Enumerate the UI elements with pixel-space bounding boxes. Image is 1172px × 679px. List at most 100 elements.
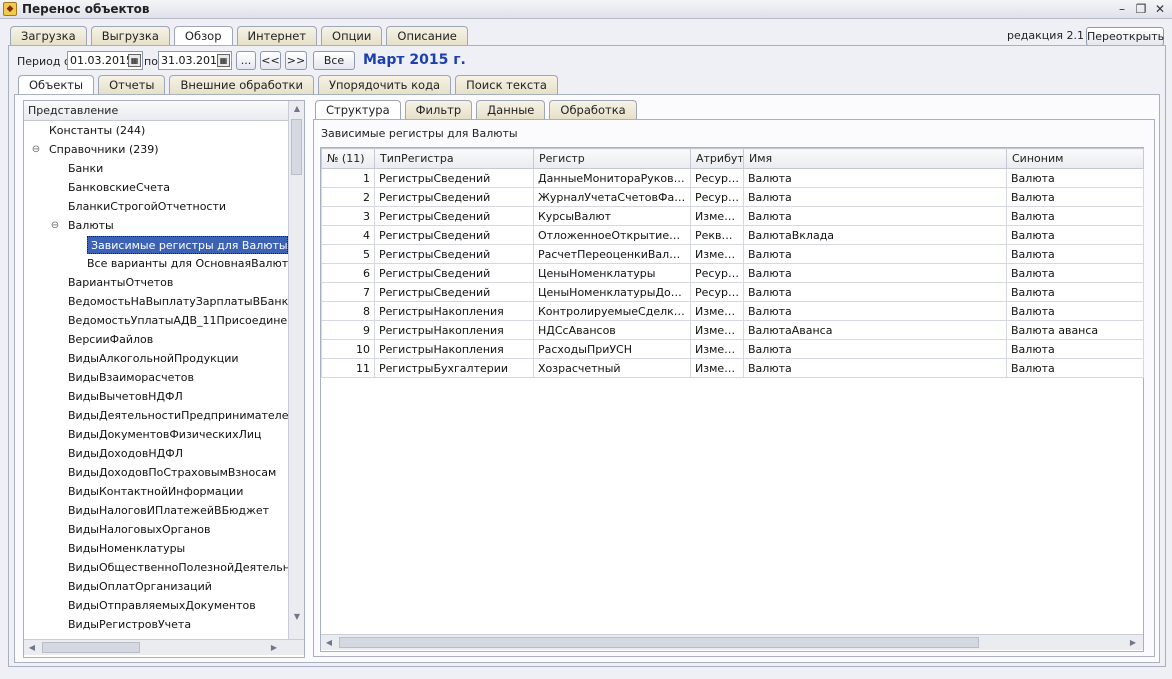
tree-item[interactable]: ВидыДокументовФизическихЛиц: [68, 426, 261, 444]
tree-item[interactable]: ВидыДоходовПоСтраховымВзносам: [68, 464, 276, 482]
table-cell: РегистрыНакопления: [374, 339, 534, 359]
period-from-field[interactable]: 01.03.2015 ▦: [67, 51, 143, 70]
table-cell: Валюта: [743, 339, 1007, 359]
column-header[interactable]: Синоним: [1006, 148, 1144, 169]
table-cell: Валюта: [1006, 225, 1144, 245]
table-row[interactable]: 4РегистрыСведенийОтложенноеОткрытиеЛице.…: [321, 225, 1144, 245]
tree-vertical-scrollbar[interactable]: ▲ ▼: [288, 101, 304, 639]
main-tab[interactable]: Интернет: [236, 26, 318, 45]
table-cell: Ресурсы: [690, 187, 744, 207]
main-tab[interactable]: Выгрузка: [90, 26, 170, 45]
collapse-icon[interactable]: ⊖: [50, 221, 60, 231]
table-cell: РасчетПереоценкиВалютн...: [533, 244, 691, 264]
table-cell: Валюта: [1006, 358, 1144, 378]
scroll-right-icon[interactable]: ▶: [266, 643, 282, 652]
table-row[interactable]: 5 РегистрыСведений РасчетПереоценкиВалютн.…: [321, 244, 1144, 264]
tree-item[interactable]: ВерсииФайлов: [68, 331, 153, 349]
table-cell: 6: [321, 263, 375, 283]
main-tab[interactable]: Опции: [321, 26, 383, 45]
main-tab[interactable]: Загрузка: [10, 26, 87, 45]
tree-item[interactable]: ВидыНоменклатуры: [68, 540, 185, 558]
tree-item[interactable]: Банки: [68, 160, 103, 178]
scroll-thumb[interactable]: [42, 642, 140, 653]
object-tab[interactable]: Отчеты: [98, 75, 166, 94]
column-header[interactable]: № (11): [321, 148, 375, 169]
scroll-left-icon[interactable]: ◀: [24, 643, 40, 652]
collapse-icon[interactable]: ⊖: [31, 145, 41, 155]
scroll-down-icon[interactable]: ▼: [289, 612, 305, 621]
table-cell: НДСсАвансов: [533, 320, 691, 340]
scroll-left-icon[interactable]: ◀: [321, 638, 337, 647]
current-period-label: Март 2015 г.: [363, 52, 466, 68]
tree-item[interactable]: Константы (244): [49, 122, 145, 140]
object-tabs: Объекты Отчеты Внешние обработки Упорядочит…: [18, 75, 562, 95]
close-icon[interactable]: ✕: [1152, 1, 1168, 17]
minimize-icon[interactable]: –: [1114, 1, 1130, 17]
main-tab[interactable]: Обзор: [173, 26, 233, 46]
column-header[interactable]: Имя: [743, 148, 1007, 169]
column-header[interactable]: Атрибут: [690, 148, 744, 169]
tree-item[interactable]: ВидыОтправляемыхДокументов: [68, 597, 256, 615]
tree-item[interactable]: ВидыДеятельностиПредпринимателей: [68, 407, 288, 425]
table-cell: Рекви...: [690, 225, 744, 245]
scroll-right-icon[interactable]: ▶: [1125, 638, 1141, 647]
table-row[interactable]: 1 РегистрыСведений ДанныеМонитораРуководи.…: [321, 168, 1144, 188]
period-next-button[interactable]: >>: [285, 51, 307, 70]
calendar-icon[interactable]: ▦: [217, 54, 230, 67]
table-cell: РегистрыСведений: [374, 168, 534, 188]
tree-item[interactable]: ВидыДоходовНДФЛ: [68, 445, 183, 463]
tree-item[interactable]: Все варианты для ОсновнаяВалюта: [87, 255, 288, 273]
period-to-field[interactable]: 31.03.2015 ▦: [158, 51, 232, 70]
main-tabs: Загрузка Выгрузка Обзор Интернет Опции Описан…: [10, 26, 472, 46]
tree-item[interactable]: ВедомостьУплатыАДВ_11Присоединенны: [68, 312, 288, 330]
table-row[interactable]: 7 РегистрыСведений ЦеныНоменклатурыДокум..…: [321, 282, 1144, 302]
scroll-up-icon[interactable]: ▲: [289, 104, 305, 113]
column-header[interactable]: ТипРегистра: [374, 148, 534, 169]
restore-icon[interactable]: ❐: [1133, 1, 1149, 17]
tree-item-selected[interactable]: Зависимые регистры для Валюты: [87, 236, 288, 254]
table-row[interactable]: 6 РегистрыСведений ЦеныНоменклатуры Ресурсы…: [321, 263, 1144, 283]
calendar-icon[interactable]: ▦: [128, 54, 141, 67]
tree-item[interactable]: ВидыНалоговИПлатежейВБюджет: [68, 502, 269, 520]
detail-tab[interactable]: Структура: [315, 100, 401, 120]
period-prev-button[interactable]: <<: [260, 51, 281, 70]
tree-item[interactable]: ВариантыОтчетов: [68, 274, 173, 292]
tree-item[interactable]: ВидыВзаиморасчетов: [68, 369, 194, 387]
detail-tab[interactable]: Фильтр: [404, 100, 473, 119]
object-tab[interactable]: Упорядочить кода: [317, 75, 452, 94]
scroll-thumb[interactable]: [339, 637, 979, 648]
period-all-button[interactable]: Все: [313, 51, 355, 70]
table-row[interactable]: 3 РегистрыСведений КурсыВалют Измер... Валют…: [321, 206, 1144, 226]
tree-item[interactable]: ВидыАлкогольнойПродукции: [68, 350, 239, 368]
period-select-button[interactable]: ...: [236, 51, 256, 70]
table-row[interactable]: 9 РегистрыНакопления НДСсАвансов Измер... Ва…: [321, 320, 1144, 340]
detail-tab[interactable]: Обработка: [549, 100, 637, 119]
table-row[interactable]: 11 РегистрыБухгалтерии Хозрасчетный Измер..…: [321, 358, 1144, 378]
main-tab[interactable]: Описание: [386, 26, 468, 45]
tree-item[interactable]: ВидыВычетовНДФЛ: [68, 388, 183, 406]
tree-item[interactable]: БанковскиеСчета: [68, 179, 170, 197]
tree-item[interactable]: Валюты: [68, 217, 114, 235]
detail-tab[interactable]: Данные: [476, 100, 546, 119]
table-row[interactable]: 8 РегистрыНакопления КонтролируемыеСделкиО…: [321, 301, 1144, 321]
table-cell: Валюта: [743, 187, 1007, 207]
scroll-thumb[interactable]: [291, 119, 302, 175]
column-header[interactable]: Регистр: [533, 148, 691, 169]
tree-item[interactable]: БланкиСтрогойОтчетности: [68, 198, 226, 216]
object-tab[interactable]: Внешние обработки: [169, 75, 314, 94]
tree-item[interactable]: Справочники (239): [49, 141, 159, 159]
tree-horizontal-scrollbar[interactable]: ◀ ▶: [24, 639, 304, 655]
tree-item[interactable]: ВедомостьНаВыплатуЗарплатыВБанкПрис: [68, 293, 288, 311]
tree-item[interactable]: ВидыОбщественноПолезнойДеятельности: [68, 559, 288, 577]
object-tab[interactable]: Поиск текста: [455, 75, 558, 94]
tree-item[interactable]: ВидыОплатОрганизаций: [68, 578, 212, 596]
tree-item[interactable]: ВидыНалоговыхОрганов: [68, 521, 211, 539]
reopen-button[interactable]: Переоткрыть: [1086, 27, 1164, 46]
table-horizontal-scrollbar[interactable]: ◀ ▶: [321, 634, 1143, 650]
window-titlebar: ◆ Перенос объектов – ❐ ✕: [0, 0, 1172, 19]
tree-item[interactable]: ВидыКонтактнойИнформации: [68, 483, 243, 501]
table-row[interactable]: 2 РегистрыСведений ЖурналУчетаСчетовФактур…: [321, 187, 1144, 207]
object-tab[interactable]: Объекты: [18, 75, 95, 95]
table-row[interactable]: 10 РегистрыНакопления РасходыПриУСН Измер..…: [321, 339, 1144, 359]
tree-item[interactable]: ВидыРегистровУчета: [68, 616, 191, 634]
